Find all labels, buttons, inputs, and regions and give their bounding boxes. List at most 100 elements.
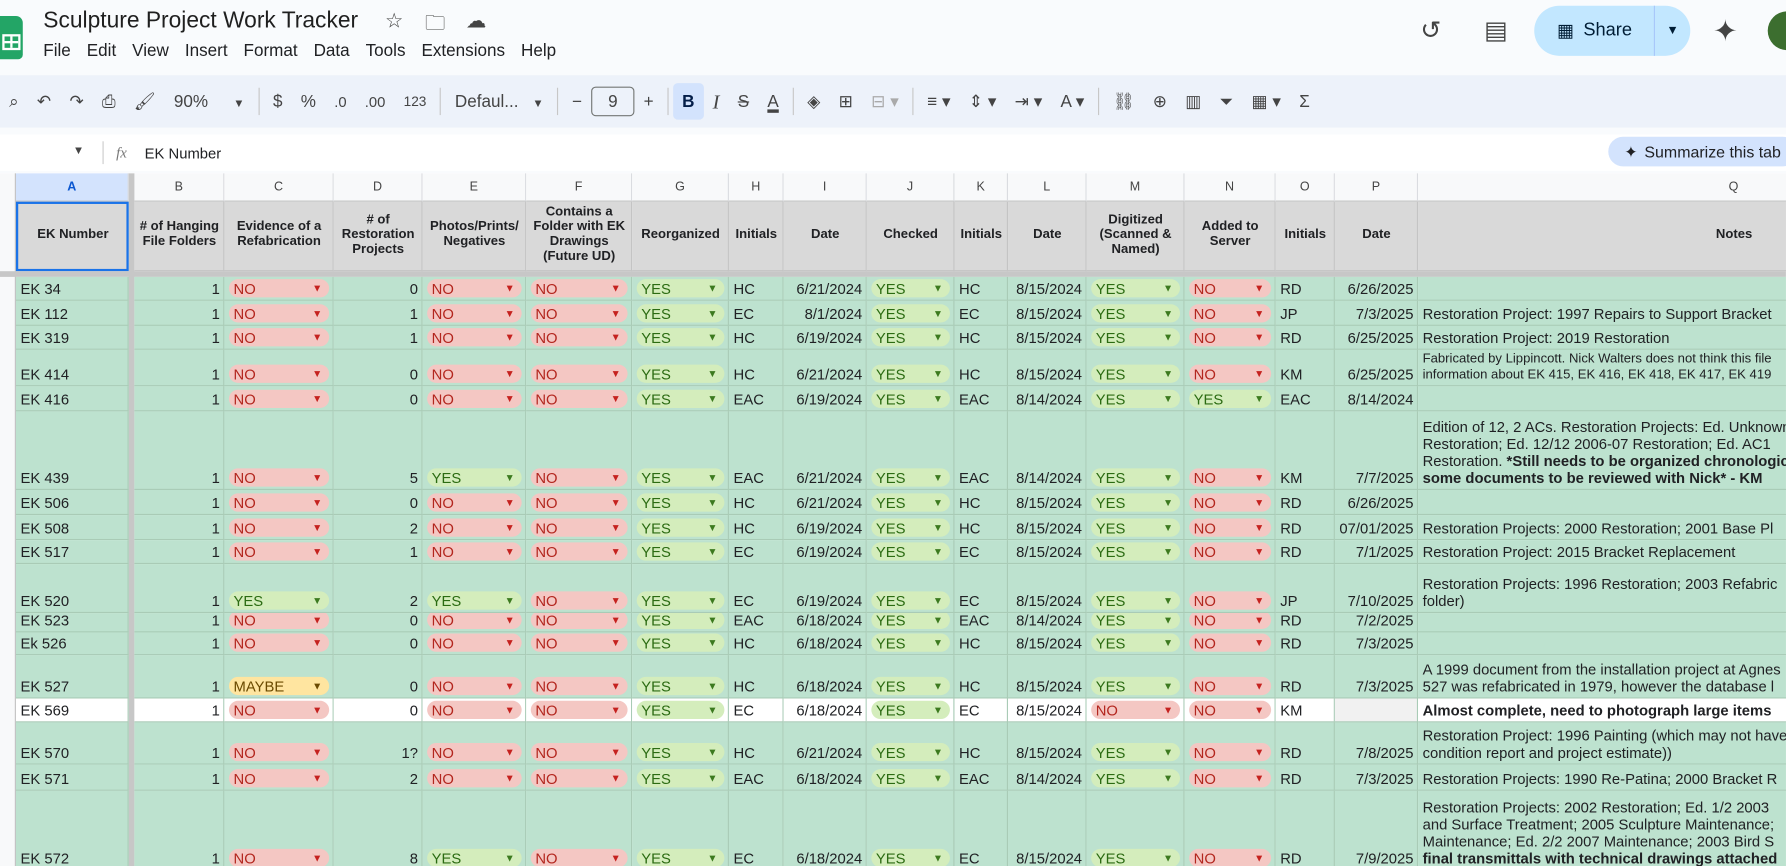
status-dropdown-chip[interactable]: NO ▼ bbox=[530, 328, 628, 347]
column-header-q[interactable]: Q bbox=[1418, 173, 1786, 202]
notes-cell[interactable]: Edition of 12, 2 ACs. Restoration Projec… bbox=[1418, 411, 1786, 490]
status-dropdown-chip[interactable]: YES ▼ bbox=[1091, 676, 1181, 696]
header-cell[interactable]: Digitized (Scanned & Named) bbox=[1086, 201, 1185, 272]
table-cell[interactable]: EAC bbox=[954, 411, 1009, 490]
status-dropdown-chip[interactable]: NO ▼ bbox=[530, 389, 628, 408]
table-cell[interactable]: 7/7/2025 bbox=[1334, 411, 1419, 490]
notes-cell[interactable]: Restoration Project: 1996 Painting (whic… bbox=[1418, 722, 1786, 765]
table-cell[interactable]: EK 34 bbox=[15, 276, 129, 301]
fill-color-icon[interactable]: ◈ bbox=[798, 91, 829, 111]
status-dropdown-chip[interactable]: YES ▼ bbox=[871, 279, 950, 298]
menu-file[interactable]: File bbox=[43, 41, 71, 60]
notes-cell[interactable] bbox=[1418, 632, 1786, 656]
table-cell[interactable]: EK 572 bbox=[15, 790, 129, 866]
move-folder-icon[interactable]: 🗀 bbox=[425, 9, 446, 43]
table-cell[interactable]: 8/14/2024 bbox=[1008, 386, 1087, 412]
status-dropdown-chip[interactable]: YES ▼ bbox=[1091, 389, 1181, 408]
table-cell[interactable]: EK 527 bbox=[15, 655, 129, 699]
status-dropdown-chip[interactable]: YES ▼ bbox=[228, 591, 330, 610]
status-dropdown-chip[interactable]: NO ▼ bbox=[228, 769, 330, 788]
status-dropdown-chip[interactable]: NO ▼ bbox=[228, 742, 330, 762]
status-dropdown-chip[interactable]: NO ▼ bbox=[427, 518, 522, 537]
table-cell[interactable]: 2 bbox=[333, 564, 423, 614]
status-dropdown-chip[interactable]: NO ▼ bbox=[427, 279, 522, 298]
table-cell[interactable]: HC bbox=[954, 349, 1009, 387]
table-cell[interactable]: 1 bbox=[134, 722, 225, 765]
status-dropdown-chip[interactable]: YES ▼ bbox=[871, 848, 950, 866]
table-cell[interactable]: 6/21/2024 bbox=[783, 489, 867, 516]
status-dropdown-chip[interactable]: YES ▼ bbox=[871, 304, 950, 323]
status-dropdown-chip[interactable]: YES ▼ bbox=[1091, 848, 1181, 866]
table-cell[interactable]: 1 bbox=[134, 276, 225, 301]
menu-edit[interactable]: Edit bbox=[87, 41, 116, 60]
status-dropdown-chip[interactable]: NO ▼ bbox=[427, 304, 522, 323]
status-dropdown-chip[interactable]: YES ▼ bbox=[1091, 613, 1181, 630]
notes-cell[interactable]: Restoration Projects: 1996 Restoration; … bbox=[1418, 564, 1786, 614]
table-cell[interactable]: HC bbox=[728, 325, 784, 350]
table-cell[interactable]: 1 bbox=[333, 300, 423, 326]
notes-cell[interactable]: Restoration Project: 1997 Repairs to Sup… bbox=[1418, 300, 1786, 326]
table-cell[interactable]: 6/19/2024 bbox=[783, 386, 867, 412]
status-dropdown-chip[interactable]: YES ▼ bbox=[427, 848, 522, 866]
table-cell[interactable]: 1 bbox=[134, 411, 225, 490]
status-dropdown-chip[interactable]: NO ▼ bbox=[427, 769, 522, 788]
status-dropdown-chip[interactable]: YES ▼ bbox=[636, 542, 725, 561]
table-cell[interactable]: EC bbox=[728, 564, 784, 614]
status-dropdown-chip[interactable]: NO ▼ bbox=[530, 613, 628, 630]
notes-cell[interactable] bbox=[1418, 276, 1786, 301]
table-cell[interactable]: RD bbox=[1275, 489, 1335, 516]
status-dropdown-chip[interactable]: NO ▼ bbox=[1189, 676, 1272, 696]
column-header-e[interactable]: E bbox=[422, 173, 527, 202]
status-dropdown-chip[interactable]: NO ▼ bbox=[228, 468, 330, 487]
status-dropdown-chip[interactable]: YES ▼ bbox=[636, 769, 725, 788]
comments-icon[interactable]: ▤ bbox=[1484, 16, 1508, 46]
table-cell[interactable]: 1 bbox=[134, 489, 225, 516]
header-cell[interactable]: # of Restoration Projects bbox=[333, 201, 423, 272]
status-dropdown-chip[interactable]: NO ▼ bbox=[530, 518, 628, 537]
table-cell[interactable]: 8/15/2024 bbox=[1008, 655, 1087, 699]
status-dropdown-chip[interactable]: NO ▼ bbox=[228, 493, 330, 512]
status-dropdown-chip[interactable]: YES ▼ bbox=[1091, 493, 1181, 512]
table-cell[interactable]: RD bbox=[1275, 276, 1335, 301]
table-cell[interactable]: EC bbox=[728, 300, 784, 326]
table-cell[interactable]: 0 bbox=[333, 489, 423, 516]
status-dropdown-chip[interactable]: YES ▼ bbox=[1091, 279, 1181, 298]
status-dropdown-chip[interactable]: NO ▼ bbox=[1189, 518, 1272, 537]
status-dropdown-chip[interactable]: NO ▼ bbox=[1189, 700, 1272, 720]
table-cell[interactable]: 8/1/2024 bbox=[783, 300, 867, 326]
text-wrapping-icon[interactable]: ⇥ ▾ bbox=[1006, 91, 1052, 111]
status-dropdown-chip[interactable]: YES ▼ bbox=[1091, 633, 1181, 652]
table-cell[interactable]: RD bbox=[1275, 764, 1335, 791]
notes-cell[interactable] bbox=[1418, 489, 1786, 516]
status-dropdown-chip[interactable]: YES ▼ bbox=[636, 742, 725, 762]
table-cell[interactable]: 0 bbox=[333, 349, 423, 387]
table-cell[interactable]: 8/14/2024 bbox=[1008, 764, 1087, 791]
table-cell[interactable]: 0 bbox=[333, 655, 423, 699]
name-box-dropdown[interactable]: ▼ bbox=[73, 145, 84, 158]
table-cell[interactable]: RD bbox=[1275, 655, 1335, 699]
table-cell[interactable]: 1? bbox=[333, 722, 423, 765]
table-cell[interactable]: 8/15/2024 bbox=[1008, 564, 1087, 614]
table-cell[interactable]: 5 bbox=[333, 411, 423, 490]
table-cell[interactable]: HC bbox=[728, 655, 784, 699]
table-cell[interactable]: 6/18/2024 bbox=[783, 790, 867, 866]
status-dropdown-chip[interactable]: YES ▼ bbox=[871, 542, 950, 561]
status-dropdown-chip[interactable]: YES ▼ bbox=[871, 700, 950, 720]
column-header-g[interactable]: G bbox=[632, 173, 729, 202]
table-cell[interactable]: 0 bbox=[333, 698, 423, 723]
menu-format[interactable]: Format bbox=[244, 41, 298, 60]
status-dropdown-chip[interactable]: NO ▼ bbox=[1189, 304, 1272, 323]
header-cell[interactable]: Contains a Folder with EK Drawings (Futu… bbox=[526, 201, 633, 272]
table-cell[interactable]: EC bbox=[728, 540, 784, 565]
table-cell[interactable]: 7/10/2025 bbox=[1334, 564, 1419, 614]
table-cell[interactable]: 6/18/2024 bbox=[783, 698, 867, 723]
share-dropdown[interactable]: ▼ bbox=[1655, 24, 1690, 38]
decrease-font-size-button[interactable]: − bbox=[563, 92, 591, 111]
table-cell[interactable]: 6/19/2024 bbox=[783, 325, 867, 350]
status-dropdown-chip[interactable]: NO ▼ bbox=[1189, 468, 1272, 487]
avatar[interactable] bbox=[1767, 11, 1786, 51]
insert-comment-icon[interactable]: ⊕ bbox=[1144, 91, 1177, 111]
column-header-k[interactable]: K bbox=[954, 173, 1009, 202]
status-dropdown-chip[interactable]: YES ▼ bbox=[1091, 769, 1181, 788]
status-dropdown-chip[interactable]: NO ▼ bbox=[530, 676, 628, 696]
